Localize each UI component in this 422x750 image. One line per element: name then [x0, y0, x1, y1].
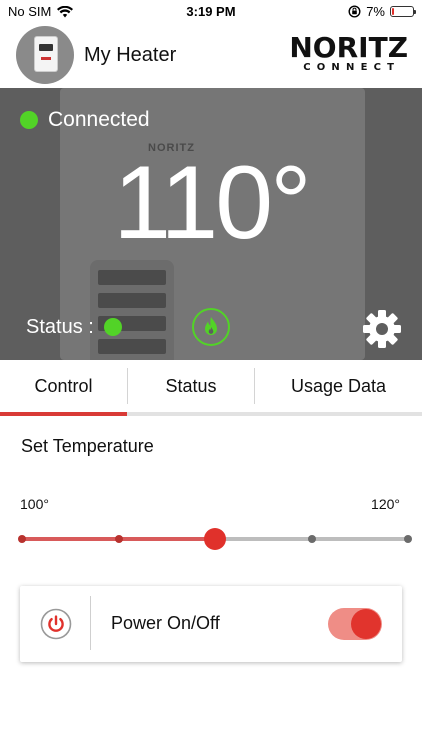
status-bar: No SIM 3:19 PM 7%	[0, 0, 422, 22]
power-icon	[40, 608, 72, 640]
temperature-slider[interactable]	[18, 528, 412, 550]
device-avatar[interactable]	[16, 26, 74, 84]
brand-logo: NORITZ CONNECT	[289, 34, 408, 74]
power-label: Power On/Off	[111, 613, 220, 633]
device-name[interactable]: My Heater	[84, 44, 176, 67]
battery-icon	[390, 6, 416, 17]
brand-logo-sub: CONNECT	[303, 62, 401, 73]
power-toggle[interactable]	[328, 608, 382, 640]
status-indicator	[104, 318, 122, 336]
tab-usage-data[interactable]: Usage Data	[255, 360, 422, 412]
brand-logo-main: NORITZ	[289, 31, 408, 64]
status-bar-right: 7%	[348, 4, 416, 19]
slider-tick	[18, 535, 26, 543]
power-card: Power On/Off	[20, 586, 402, 662]
settings-button[interactable]	[361, 308, 403, 350]
set-temperature-title: Set Temperature	[21, 436, 154, 456]
heater-panel-graphic	[90, 260, 174, 360]
connection-label: Connected	[48, 108, 150, 131]
tab-bar: Control Status Usage Data	[0, 360, 422, 416]
tab-usage-data-label: Usage Data	[290, 375, 387, 396]
tab-status-label: Status	[165, 375, 217, 396]
slider-thumb[interactable]	[204, 528, 226, 550]
heater-hero: NORITZ Connected 110° Status :	[0, 88, 422, 360]
slider-max-label: 120°	[371, 496, 400, 512]
burner-status	[192, 308, 230, 346]
tab-status[interactable]: Status	[128, 360, 254, 412]
tab-control[interactable]: Control	[0, 360, 127, 412]
power-divider	[90, 596, 91, 650]
slider-min-label: 100°	[20, 496, 49, 512]
slider-tick	[307, 535, 316, 543]
connection-indicator	[20, 111, 38, 129]
heater-thumbnail-icon	[35, 37, 57, 71]
slider-tick	[404, 535, 412, 543]
gear-icon	[363, 310, 401, 348]
battery-level	[392, 8, 394, 15]
app-header: My Heater NORITZ CONNECT	[0, 22, 422, 88]
current-temperature: 110°	[113, 145, 311, 261]
battery-percent: 7%	[366, 4, 385, 19]
status-label: Status :	[26, 316, 94, 338]
slider-tick	[114, 535, 123, 543]
flame-icon	[205, 317, 217, 335]
tab-control-label: Control	[34, 375, 93, 396]
active-tab-indicator	[0, 412, 127, 416]
rotation-lock-icon	[348, 5, 361, 18]
toggle-knob	[351, 609, 381, 639]
